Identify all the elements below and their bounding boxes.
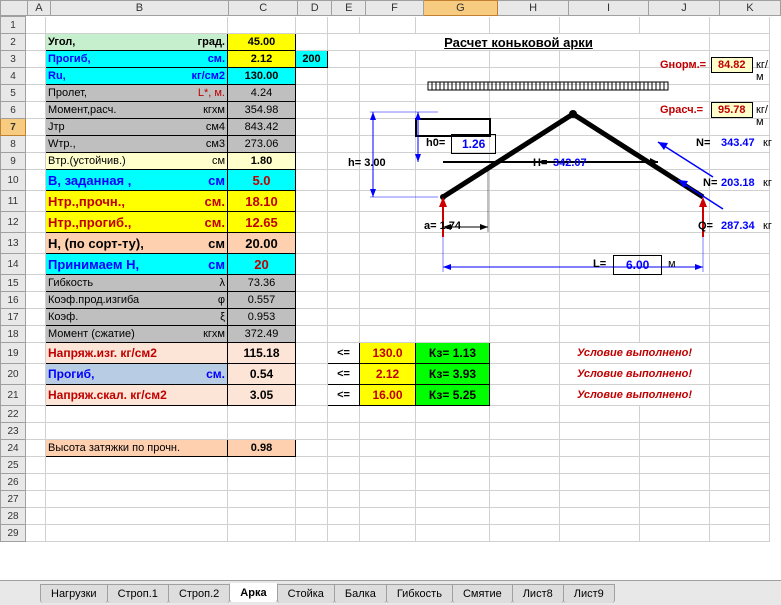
row-10: 10 B, заданная ,см 5.0 bbox=[1, 170, 770, 191]
row-20: 20 Прогиб,см. 0.54 <= 2.12 Кз= 3.93 Усло… bbox=[1, 364, 770, 385]
tab-smyatie[interactable]: Смятие bbox=[452, 584, 513, 603]
row-12: 12 Hтр.,прогиб.,см. 12.65 bbox=[1, 212, 770, 233]
tab-nagruzki[interactable]: Нагрузки bbox=[40, 584, 108, 603]
row-15: 15 Гибкостьλ 73.36 bbox=[1, 275, 770, 292]
tab-stoyka[interactable]: Стойка bbox=[277, 584, 335, 603]
row-22: 22 bbox=[1, 406, 770, 423]
row-27: 27 bbox=[1, 491, 770, 508]
row-18: 18 Момент (сжатие)кгхм 372.49 bbox=[1, 326, 770, 343]
tab-strop2[interactable]: Строп.2 bbox=[168, 584, 230, 603]
row-25: 25 bbox=[1, 457, 770, 474]
row-24: 24 Высота затяжки по прочн. 0.98 bbox=[1, 440, 770, 457]
row-17: 17 Коэф.ξ 0.953 bbox=[1, 309, 770, 326]
row-4: 4 Ru,кг/см2 130.00 bbox=[1, 68, 770, 85]
row-19: 19 Напряж.изг. кг/см2 115.18 <= 130.0 Кз… bbox=[1, 343, 770, 364]
row-23: 23 bbox=[1, 423, 770, 440]
row-16: 16 Коэф.прод.изгибаφ 0.557 bbox=[1, 292, 770, 309]
row-26: 26 bbox=[1, 474, 770, 491]
tab-balka[interactable]: Балка bbox=[334, 584, 387, 603]
tab-list9[interactable]: Лист9 bbox=[563, 584, 615, 603]
row-2: 2 Угол,град. 45.00 Расчет коньковой арки bbox=[1, 34, 770, 51]
tab-arka[interactable]: Арка bbox=[229, 583, 277, 602]
row-28: 28 bbox=[1, 508, 770, 525]
row-21: 21 Напряж.скал. кг/см2 3.05 <= 16.00 Кз=… bbox=[1, 385, 770, 406]
sheet-tabs: Нагрузки Строп.1 Строп.2 Арка Стойка Бал… bbox=[0, 580, 781, 605]
row-11: 11 Hтр.,прочн.,см. 18.10 bbox=[1, 191, 770, 212]
title: Расчет коньковой арки bbox=[328, 34, 710, 51]
row-5: 5 Пролет,L*, м. 4.24 bbox=[1, 85, 770, 102]
row-29: 29 bbox=[1, 525, 770, 542]
row-8: 8 Wтp.,см3 273.06 bbox=[1, 136, 770, 153]
row-13: 13 H, (по сорт-ту),см 20.00 bbox=[1, 233, 770, 254]
col-headers: A B C D E F G H I J K bbox=[0, 0, 781, 16]
tab-strop1[interactable]: Строп.1 bbox=[107, 584, 169, 603]
row-1: 1 bbox=[1, 17, 770, 34]
grid[interactable]: 1 2 Угол,град. 45.00 Расчет коньковой ар… bbox=[0, 16, 770, 542]
tab-list8[interactable]: Лист8 bbox=[512, 584, 564, 603]
row-7: 7 Jтрсм4 843.42 bbox=[1, 119, 770, 136]
selected-cell bbox=[416, 119, 490, 136]
tab-gibkost[interactable]: Гибкость bbox=[386, 584, 453, 603]
row-6: 6 Момент,расч.кгхм 354.98 bbox=[1, 102, 770, 119]
row-3: 3 Прогиб,см. 2.12 200 bbox=[1, 51, 770, 68]
